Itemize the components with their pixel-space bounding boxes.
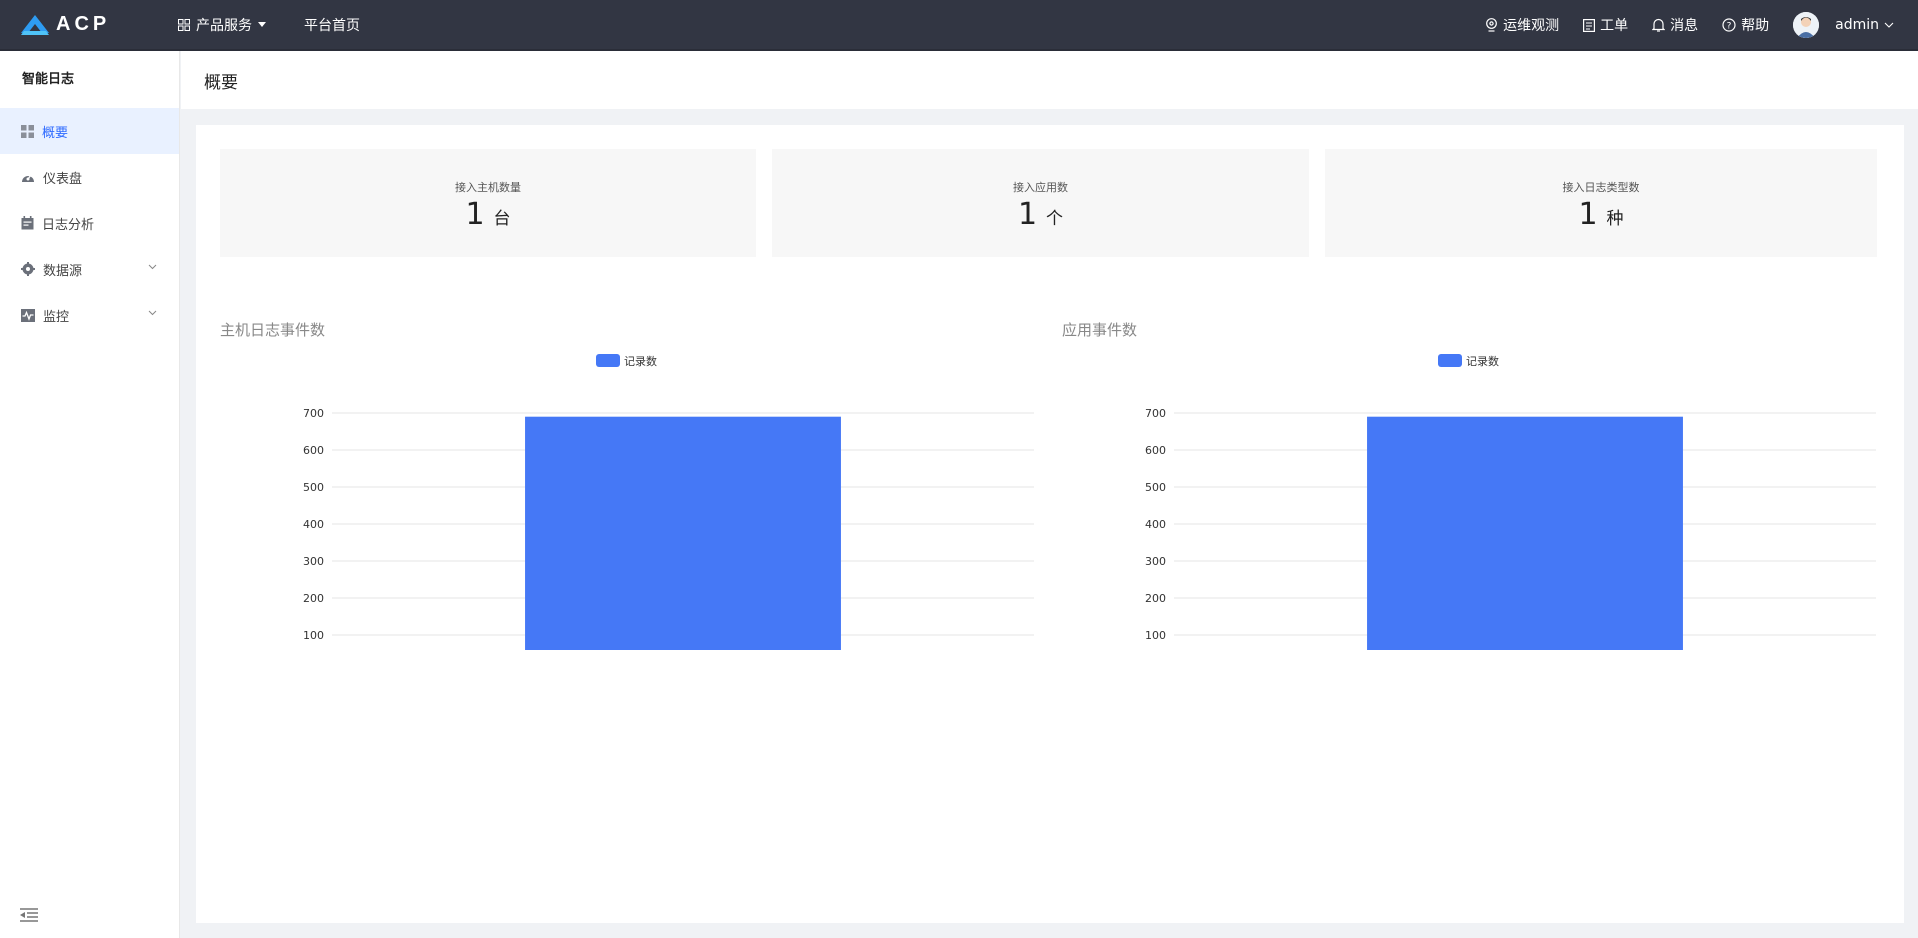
y-tick-label: 100 (303, 629, 324, 642)
chevron-down-icon (148, 310, 157, 316)
stat-value: 1 (1578, 196, 1598, 232)
stats-row: 接入主机数量 1 台 接入应用数 1 个 接入日志类型数 1 种 (220, 149, 1877, 257)
chart-legend: 记录数 (1438, 354, 1499, 368)
legend-label: 记录数 (1466, 355, 1499, 368)
collapse-menu-icon (20, 908, 38, 922)
caret-down-icon (258, 21, 266, 27)
sidebar-item-label: 数据源 (43, 263, 83, 279)
stat-value-row: 1 个 (1018, 197, 1063, 232)
ops-observe-label: 运维观测 (1503, 17, 1560, 34)
y-tick-label: 600 (1145, 444, 1166, 457)
y-tick-label: 400 (1145, 518, 1166, 531)
gauge-icon (22, 174, 34, 182)
chart-legend: 记录数 (596, 354, 657, 368)
pulse-icon (21, 308, 35, 322)
cog-icon (21, 262, 35, 276)
messages-label: 消息 (1670, 17, 1699, 34)
stat-unit: 种 (1606, 208, 1624, 229)
sidebar-item-label: 监控 (43, 309, 70, 325)
clipboard-icon (1583, 18, 1596, 32)
top-right-actions: 运维观测 工单 消息 ? 帮助 admin (1461, 11, 1894, 38)
y-tick-label: 600 (303, 444, 324, 457)
bar (525, 416, 841, 650)
svg-text:?: ? (1727, 21, 1732, 31)
sidebar-item-monitor[interactable]: 监控 (0, 292, 179, 338)
sidebar-title: 智能日志 (22, 72, 75, 87)
host-events-chart-title: 主机日志事件数 (220, 321, 326, 339)
y-tick-label: 200 (1145, 592, 1166, 605)
product-services-menu[interactable]: 产品服务 (178, 15, 266, 35)
bar (1367, 416, 1683, 650)
user-menu[interactable]: admin (1835, 17, 1894, 33)
y-tick-label: 100 (1145, 629, 1166, 642)
chevron-down-icon (148, 264, 157, 270)
ticket-link[interactable]: 工单 (1583, 15, 1628, 35)
page-title: 概要 (181, 51, 1918, 109)
acp-logo[interactable]: ACP (20, 13, 150, 36)
legend-label: 记录数 (624, 355, 657, 368)
username-label: admin (1835, 16, 1879, 33)
overview-content: 接入主机数量 1 台 接入应用数 1 个 接入日志类型数 1 种 主机日志事件数… (196, 125, 1904, 923)
avatar-icon (1793, 11, 1820, 38)
help-circle-icon: ? (1722, 17, 1736, 32)
y-tick-label: 300 (303, 555, 324, 568)
help-link[interactable]: ? 帮助 (1722, 15, 1769, 35)
stat-card-hosts: 接入主机数量 1 台 (220, 149, 756, 257)
y-tick-label: 400 (303, 518, 324, 531)
sidebar-item-label: 仪表盘 (43, 171, 83, 187)
stat-value: 1 (1017, 196, 1038, 232)
top-navigation-bar: ACP 产品服务 平台首页 运维观测 工单 消息 ? 帮助 admin (0, 0, 1918, 51)
sidebar-item-overview[interactable]: 概要 (0, 108, 179, 154)
product-services-label: 产品服务 (196, 17, 252, 34)
stat-value-row: 1 台 (465, 197, 510, 232)
stat-value-row: 1 种 (1578, 197, 1623, 232)
help-label: 帮助 (1741, 17, 1770, 34)
stat-card-log-types: 接入日志类型数 1 种 (1325, 149, 1877, 257)
sidebar-item-label: 概要 (42, 125, 69, 141)
y-tick-label: 300 (1145, 555, 1166, 568)
acp-logo-icon (21, 14, 49, 35)
sidebar-item-datasource[interactable]: 数据源 (0, 246, 179, 292)
stat-value: 1 (465, 196, 485, 232)
calendar-icon (21, 216, 34, 230)
sidebar-item-log-analysis[interactable]: 日志分析 (0, 200, 179, 246)
legend-swatch (1438, 354, 1462, 367)
bell-icon (1652, 18, 1666, 32)
legend-swatch (596, 354, 620, 367)
stat-unit: 个 (1046, 208, 1064, 229)
sidebar: 智能日志 概要 仪表盘 日志分析 数据源 监控 (0, 51, 180, 938)
chevron-down-icon (1884, 22, 1894, 28)
y-tick-label: 700 (303, 407, 324, 420)
user-avatar[interactable] (1793, 11, 1820, 38)
app-events-chart-title: 应用事件数 (1062, 321, 1138, 339)
stat-label: 接入主机数量 (455, 180, 521, 194)
sidebar-item-dashboard[interactable]: 仪表盘 (0, 154, 179, 200)
location-pin-icon (1486, 17, 1498, 32)
stat-card-apps: 接入应用数 1 个 (772, 149, 1309, 257)
collapse-sidebar-button[interactable] (20, 908, 38, 926)
stat-label: 接入应用数 (1013, 180, 1068, 194)
dashboard-grid-icon (21, 124, 34, 138)
y-tick-label: 500 (1145, 481, 1166, 494)
ops-observe-link[interactable]: 运维观测 (1485, 15, 1559, 35)
ticket-label: 工单 (1600, 17, 1629, 34)
y-tick-label: 200 (303, 592, 324, 605)
app-events-bar-chart: 记录数0100200300400500600700aump (1145, 354, 1876, 650)
stat-label: 接入日志类型数 (1562, 180, 1640, 194)
host-events-bar-chart: 记录数0100200300400500600700172.24.3.144 (303, 354, 1034, 650)
y-tick-label: 700 (1145, 407, 1166, 420)
messages-link[interactable]: 消息 (1652, 15, 1698, 35)
y-tick-label: 500 (303, 481, 324, 494)
platform-home-link[interactable]: 平台首页 (304, 15, 360, 35)
brand-name: ACP (56, 13, 111, 35)
sidebar-item-label: 日志分析 (42, 217, 95, 233)
apps-grid-icon (178, 18, 190, 31)
stat-unit: 台 (493, 208, 511, 229)
